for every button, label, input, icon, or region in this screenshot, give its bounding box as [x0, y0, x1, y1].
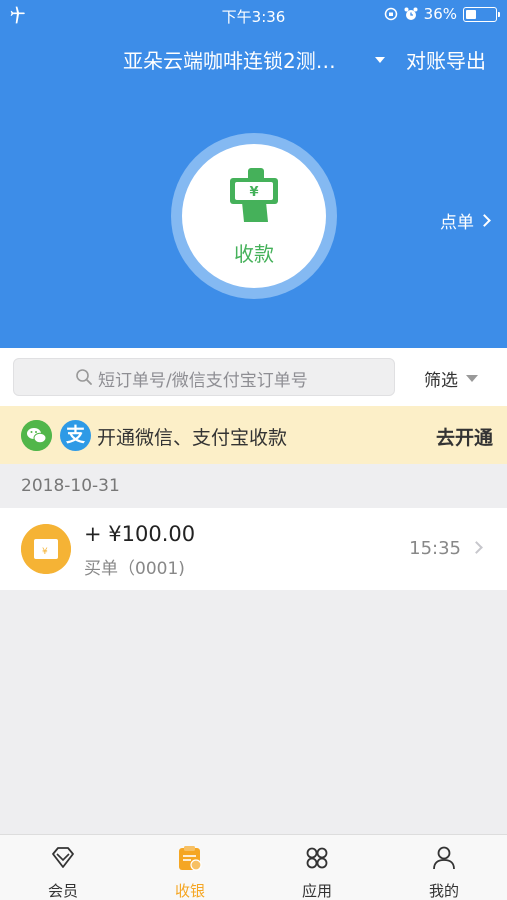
tab-apps-label: 应用 — [301, 882, 332, 900]
bottom-tab-bar: 会员 收银 应用 我的 — [0, 834, 507, 900]
header-area: 下午3:36 36% 亚朵云端咖啡连锁2测… 对账导出 ¥ 收款 点单 — [0, 0, 507, 348]
search-input[interactable]: 短订单号/微信支付宝订单号 — [13, 358, 395, 396]
tab-profile[interactable]: 我的 — [381, 835, 507, 900]
caret-down-icon — [466, 375, 478, 382]
reconciliation-export-button[interactable]: 对账导出 — [406, 45, 486, 74]
order-link-label: 点单 — [440, 213, 474, 233]
cashier-icon — [179, 846, 202, 871]
alipay-icon: 支 — [60, 420, 91, 451]
search-icon — [76, 369, 92, 385]
cash-payment-icon: ¥ — [230, 168, 278, 222]
search-bar-row: 短订单号/微信支付宝订单号 筛选 — [0, 348, 507, 406]
alarm-icon — [404, 7, 418, 20]
svg-text:¥: ¥ — [249, 185, 258, 200]
transaction-row[interactable]: ¥ + ¥100.00 买单（0001) 15:35 — [0, 508, 507, 590]
diamond-icon — [52, 847, 74, 868]
collect-payment-label[interactable]: 收款 — [182, 238, 326, 267]
filter-label: 筛选 — [424, 371, 458, 391]
transaction-amount: + ¥100.00 — [84, 522, 196, 546]
search-placeholder: 短订单号/微信支付宝订单号 — [98, 371, 308, 391]
battery-icon — [463, 6, 500, 22]
profile-icon — [433, 846, 455, 870]
wechat-icon — [21, 420, 52, 451]
filter-button[interactable]: 筛选 — [424, 366, 478, 391]
orientation-lock-icon — [384, 7, 397, 21]
transaction-description: 买单（0001) — [84, 559, 185, 579]
transaction-date-header: 2018-10-31 — [21, 476, 120, 496]
tab-cashier[interactable]: 收银 — [127, 835, 253, 900]
order-link[interactable]: 点单 — [440, 208, 491, 233]
tab-apps[interactable]: 应用 — [254, 835, 380, 900]
tab-profile-label: 我的 — [428, 882, 459, 900]
store-selector[interactable]: 亚朵云端咖啡连锁2测… — [123, 45, 336, 74]
chevron-right-icon — [478, 214, 491, 227]
tab-members-label: 会员 — [47, 882, 78, 900]
status-bar: 下午3:36 36% — [0, 0, 507, 30]
dropdown-caret-icon[interactable] — [375, 57, 385, 63]
wallet-icon: ¥ — [21, 524, 71, 574]
tab-cashier-label: 收银 — [174, 882, 205, 900]
banner-text: 开通微信、支付宝收款 — [97, 427, 288, 449]
transaction-time: 15:35 — [409, 538, 461, 559]
battery-percent: 36% — [423, 5, 457, 23]
tab-members[interactable]: 会员 — [0, 835, 126, 900]
activate-payment-button[interactable]: 去开通 — [436, 423, 493, 450]
chevron-right-icon — [470, 541, 483, 554]
payment-activation-banner[interactable]: 支 开通微信、支付宝收款 去开通 — [0, 406, 507, 464]
wallet-icon-glyph: ¥ — [42, 547, 48, 557]
apps-icon — [306, 847, 328, 869]
